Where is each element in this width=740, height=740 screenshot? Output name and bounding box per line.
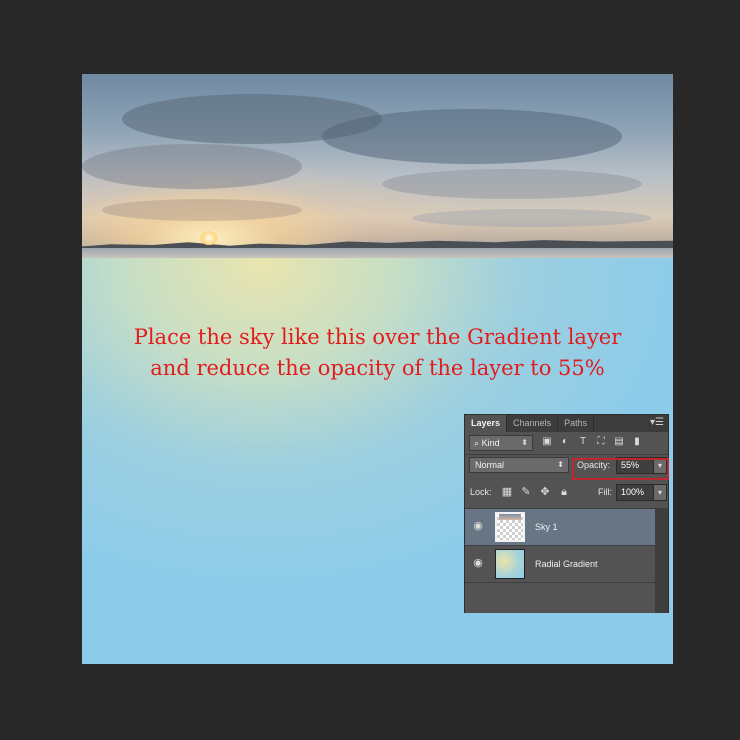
tab-paths[interactable]: Paths (558, 415, 595, 432)
eye-icon[interactable]: ◉ (471, 556, 485, 570)
tab-layers[interactable]: Layers (465, 415, 508, 432)
search-icon: ⌕ (474, 438, 480, 448)
layer-name[interactable]: Sky 1 (535, 509, 558, 545)
sun-glow (200, 231, 218, 245)
filter-kind-dropdown[interactable]: ⌕ Kind ⬍ (469, 435, 533, 451)
filter-row: ⌕ Kind ⬍ ▣ ◐ T ⛶ ▤ ▮ (465, 432, 668, 454)
type-filter-icon[interactable]: T (577, 435, 589, 449)
blend-mode-value: Normal (475, 460, 505, 470)
layer-thumbnail (495, 512, 525, 542)
instruction-caption: Place the sky like this over the Gradien… (133, 325, 622, 380)
pixel-filter-icon[interactable]: ▣ (541, 435, 553, 449)
sky-image (82, 74, 673, 258)
lock-position-icon[interactable]: ✥ (539, 485, 551, 499)
panel-tabs: Layers Channels Paths ▾☰ (465, 415, 668, 432)
filter-toggle-icon[interactable]: ▮ (631, 435, 643, 449)
lock-image-pixels-icon[interactable]: ✎ (520, 485, 532, 499)
tab-channels[interactable]: Channels (507, 415, 559, 432)
chevron-down-icon: ⬍ (521, 438, 528, 447)
shape-filter-icon[interactable]: ⛶ (595, 435, 607, 449)
layer-name[interactable]: Radial Gradient (535, 546, 598, 582)
lock-fill-row: Lock: ▦ ✎ ✥ 🔒︎ Fill: 100% ▾ (465, 481, 668, 503)
eye-icon[interactable]: ◉ (471, 519, 485, 533)
layers-list: ◉ Sky 1 ◉ Radial Gradient (465, 509, 655, 613)
lock-transparency-icon[interactable]: ▦ (501, 485, 513, 499)
layer-row-radial-gradient[interactable]: ◉ Radial Gradient (465, 546, 655, 583)
layer-row-sky-1[interactable]: ◉ Sky 1 (465, 509, 655, 546)
layers-panel: Layers Channels Paths ▾☰ ⌕ Kind ⬍ ▣ ◐ T … (464, 414, 669, 613)
panel-menu-icon[interactable]: ▾☰ (650, 417, 664, 428)
layer-thumbnail (495, 549, 525, 579)
lock-label: Lock: (470, 487, 492, 497)
lock-all-icon[interactable]: 🔒︎ (558, 485, 570, 499)
fill-input[interactable]: 100% (616, 484, 654, 501)
adjustment-filter-icon[interactable]: ◐ (559, 435, 571, 449)
fill-label: Fill: (598, 487, 612, 497)
filter-kind-label: Kind (481, 438, 500, 448)
fill-dropdown-button[interactable]: ▾ (653, 484, 667, 501)
chevron-updown-icon: ⬍ (557, 460, 564, 469)
smart-object-filter-icon[interactable]: ▤ (613, 435, 625, 449)
blend-mode-dropdown[interactable]: Normal ⬍ (469, 457, 569, 473)
layers-scrollbar[interactable] (655, 509, 668, 613)
opacity-highlight-box (572, 458, 669, 480)
